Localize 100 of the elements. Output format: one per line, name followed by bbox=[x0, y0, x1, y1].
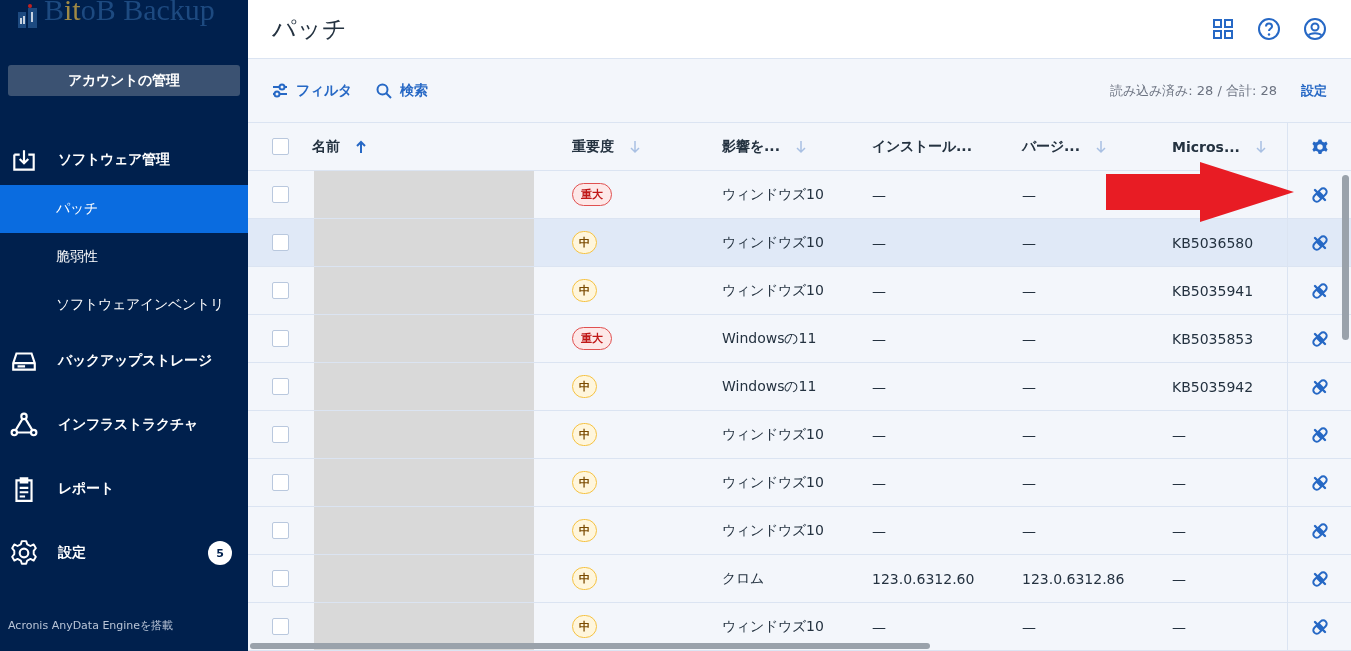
row-checkbox[interactable] bbox=[272, 186, 289, 203]
footer-text: Acronis AnyData Engineを搭載 bbox=[7, 618, 175, 634]
column-header[interactable]: Micros... bbox=[1172, 138, 1240, 155]
table-cell: Windowsの11 bbox=[722, 329, 817, 348]
severity-tag: 中 bbox=[572, 567, 597, 590]
row-checkbox[interactable] bbox=[272, 426, 289, 443]
table-cell: ウィンドウズ10 bbox=[722, 473, 824, 492]
table-cell: — bbox=[1022, 474, 1036, 491]
nav-item[interactable]: 設定 5 bbox=[0, 521, 248, 585]
table-cell: — bbox=[1022, 378, 1036, 395]
nav-label: レポート bbox=[58, 480, 114, 498]
scrollbar[interactable] bbox=[1342, 175, 1349, 340]
nav-subitem[interactable]: ソフトウェアインベントリ bbox=[0, 281, 248, 329]
severity-tag: 重大 bbox=[572, 327, 612, 350]
column-header[interactable]: バージ... bbox=[1022, 137, 1080, 156]
column-header[interactable]: 名前 bbox=[312, 137, 340, 156]
nav-label: インフラストラクチャ bbox=[58, 416, 198, 434]
table-cell: ウィンドウズ10 bbox=[722, 281, 824, 300]
table-cell: KB5035941 bbox=[1172, 282, 1254, 299]
severity-tag: 中 bbox=[572, 471, 597, 494]
logo-icon bbox=[18, 4, 38, 28]
table-cell: — bbox=[872, 378, 886, 395]
bandage-icon[interactable] bbox=[1310, 473, 1329, 492]
sliders-icon[interactable] bbox=[272, 82, 288, 99]
table-cell: — bbox=[1022, 618, 1036, 635]
nav-label: ソフトウェア管理 bbox=[58, 151, 170, 169]
bandage-icon[interactable] bbox=[1310, 617, 1329, 636]
table-cell: — bbox=[872, 234, 886, 251]
table-cell: — bbox=[1022, 330, 1036, 347]
severity-tag: 中 bbox=[572, 375, 597, 398]
row-checkbox[interactable] bbox=[272, 474, 289, 491]
row-checkbox[interactable] bbox=[272, 330, 289, 347]
severity-tag: 中 bbox=[572, 615, 597, 638]
severity-tag: 重大 bbox=[572, 183, 612, 206]
table-cell: — bbox=[1172, 426, 1186, 443]
table-cell: クロム bbox=[722, 569, 764, 588]
severity-tag: 中 bbox=[572, 231, 597, 254]
nav-subitem[interactable]: 脆弱性 bbox=[0, 233, 248, 281]
row-checkbox[interactable] bbox=[272, 378, 289, 395]
search-icon[interactable] bbox=[376, 82, 392, 99]
bandage-icon[interactable] bbox=[1310, 521, 1329, 540]
gear-icon bbox=[10, 539, 38, 567]
filter-button[interactable]: フィルタ bbox=[272, 81, 352, 100]
table-cell: KB5035853 bbox=[1172, 330, 1254, 347]
settings-link[interactable]: 設定 bbox=[1301, 81, 1327, 100]
nav-item[interactable]: レポート bbox=[0, 457, 248, 521]
table-cell: — bbox=[1022, 186, 1036, 203]
column-header[interactable]: 影響を... bbox=[722, 137, 780, 156]
nav-item[interactable]: インフラストラクチャ bbox=[0, 393, 248, 457]
select-all-checkbox[interactable] bbox=[272, 138, 289, 155]
bandage-icon[interactable] bbox=[1310, 377, 1329, 396]
table-cell: — bbox=[1172, 522, 1186, 539]
column-header[interactable]: インストール... bbox=[872, 137, 972, 156]
row-checkbox[interactable] bbox=[272, 570, 289, 587]
row-checkbox[interactable] bbox=[272, 282, 289, 299]
bandage-icon[interactable] bbox=[1310, 329, 1329, 348]
table-cell: ウィンドウズ10 bbox=[722, 233, 824, 252]
account-button[interactable]: アカウントの管理 bbox=[8, 65, 240, 96]
nav-subitem[interactable]: パッチ bbox=[0, 185, 248, 233]
table-cell: — bbox=[872, 282, 886, 299]
table-cell: — bbox=[1022, 426, 1036, 443]
sort-up-icon[interactable] bbox=[356, 139, 366, 154]
table-cell: — bbox=[1022, 522, 1036, 539]
grid-icon[interactable] bbox=[1211, 17, 1235, 41]
nav-item[interactable]: ソフトウェア管理 bbox=[0, 135, 248, 185]
table-cell: ウィンドウズ10 bbox=[722, 617, 824, 636]
nav-item[interactable]: バックアップストレージ bbox=[0, 329, 248, 393]
table-cell: KB5035942 bbox=[1172, 378, 1254, 395]
severity-tag: 中 bbox=[572, 423, 597, 446]
severity-tag: 中 bbox=[572, 279, 597, 302]
nav-label: 設定 bbox=[58, 544, 86, 562]
table-cell: — bbox=[1022, 282, 1036, 299]
table-cell: Windowsの11 bbox=[722, 377, 817, 396]
row-checkbox[interactable] bbox=[272, 522, 289, 539]
account-icon[interactable] bbox=[1303, 17, 1327, 41]
search-button[interactable]: 検索 bbox=[376, 81, 428, 100]
table-cell: — bbox=[872, 474, 886, 491]
table-cell: — bbox=[1172, 618, 1186, 635]
bandage-icon[interactable] bbox=[1310, 185, 1329, 204]
help-icon[interactable] bbox=[1257, 17, 1281, 41]
table-cell: — bbox=[1172, 474, 1186, 491]
table-cell: — bbox=[1022, 234, 1036, 251]
settings-icon[interactable] bbox=[1310, 137, 1329, 156]
scrollbar[interactable] bbox=[250, 643, 930, 649]
table-cell: — bbox=[872, 522, 886, 539]
table-cell: ウィンドウズ10 bbox=[722, 521, 824, 540]
bandage-icon[interactable] bbox=[1310, 281, 1329, 300]
bandage-icon[interactable] bbox=[1310, 569, 1329, 588]
bandage-icon[interactable] bbox=[1310, 233, 1329, 252]
table-cell: 123.0.6312.60 bbox=[872, 570, 975, 587]
row-checkbox[interactable] bbox=[272, 618, 289, 635]
bandage-icon[interactable] bbox=[1310, 425, 1329, 444]
table-cell: — bbox=[872, 330, 886, 347]
table-cell: 123.0.6312.86 bbox=[1022, 570, 1125, 587]
page-title: パッチ bbox=[272, 14, 347, 45]
row-checkbox[interactable] bbox=[272, 234, 289, 251]
severity-tag: 中 bbox=[572, 519, 597, 542]
notification-badge: 5 bbox=[208, 541, 232, 565]
column-header[interactable]: 重要度 bbox=[572, 137, 614, 156]
table-cell: ウィンドウズ10 bbox=[722, 185, 824, 204]
